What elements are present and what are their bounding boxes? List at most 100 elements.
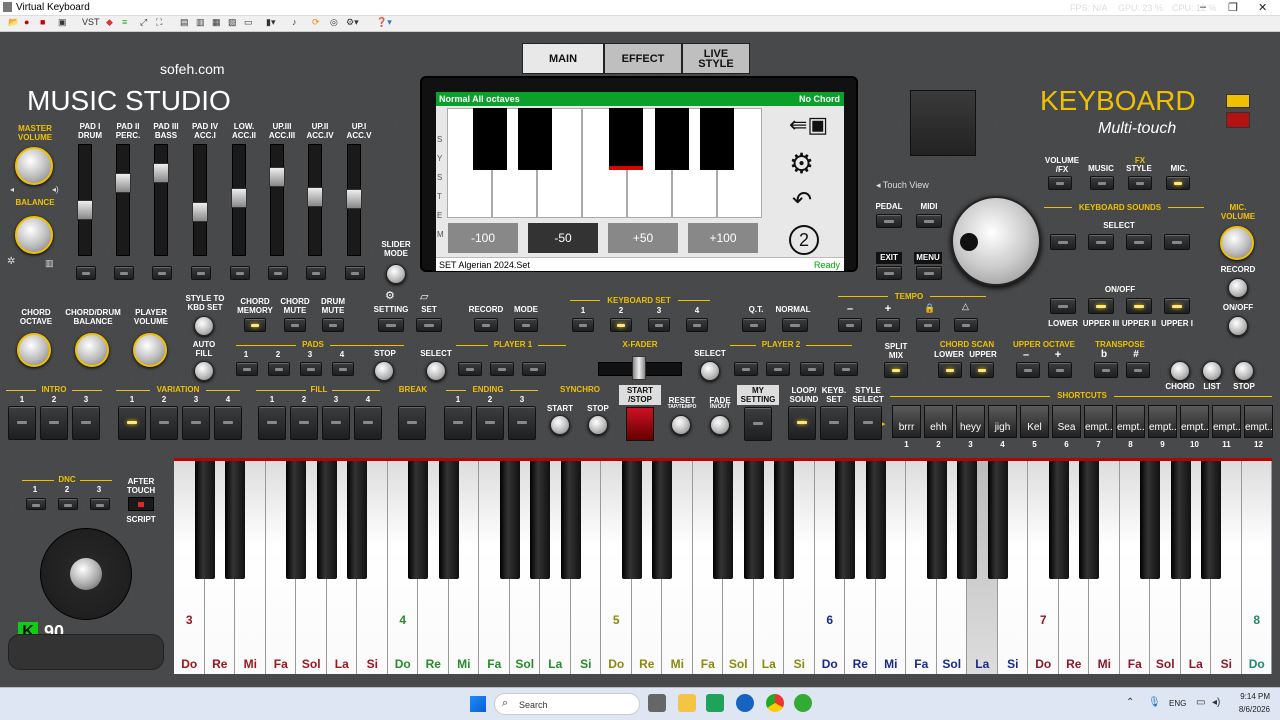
black-key[interactable]: [1079, 461, 1099, 579]
pedal-button[interactable]: [876, 214, 902, 228]
player2-button-1[interactable]: [734, 362, 758, 376]
dnc-3-button[interactable]: [90, 498, 110, 510]
taskbar-search[interactable]: Search: [494, 693, 640, 715]
pad-mute-button[interactable]: [191, 266, 211, 280]
keyboard-app-icon[interactable]: [794, 694, 812, 712]
black-key[interactable]: [438, 461, 459, 579]
black-key[interactable]: [926, 461, 947, 579]
save-disk-icon[interactable]: ⇚▣: [789, 112, 828, 138]
keyboard-set-4-button[interactable]: [686, 318, 708, 332]
pad-fader-cap[interactable]: [192, 202, 208, 222]
player2-button-2[interactable]: [766, 362, 790, 376]
black-key[interactable]: [1201, 461, 1221, 579]
keys-icon[interactable]: ▥: [45, 258, 54, 269]
gear-icon[interactable]: ⚙▾: [346, 17, 359, 28]
chord-drum-balance-knob[interactable]: [75, 333, 109, 367]
fullscreen-icon[interactable]: ⛶: [156, 17, 162, 28]
intro-2-button[interactable]: [40, 406, 68, 440]
refresh-icon[interactable]: ⟳: [312, 17, 320, 28]
select-p1-knob[interactable]: [426, 361, 446, 381]
tempo-button-2[interactable]: [876, 318, 900, 332]
palette-icon[interactable]: ◆: [106, 17, 113, 28]
fill-3-button[interactable]: [322, 406, 350, 440]
tab-live-style[interactable]: LIVE STYLE: [682, 43, 750, 74]
pad-fader-cap[interactable]: [231, 188, 247, 208]
black-key[interactable]: [408, 461, 428, 579]
pad-mute-button[interactable]: [230, 266, 250, 280]
pad-fader[interactable]: [153, 144, 169, 256]
red-button[interactable]: [1226, 112, 1250, 128]
pad-2-button[interactable]: [268, 362, 290, 376]
black-key[interactable]: [316, 461, 337, 579]
touch-view-link[interactable]: ◂ Touch View: [876, 180, 929, 191]
record-button[interactable]: [474, 318, 498, 332]
app-green-icon[interactable]: [706, 694, 724, 712]
menu-button[interactable]: [916, 266, 942, 280]
dnc-1-button[interactable]: [26, 498, 46, 510]
variation-3-button[interactable]: [182, 406, 210, 440]
black-key[interactable]: [286, 461, 306, 579]
save-icon[interactable]: ▣: [58, 17, 67, 28]
player1-button-3[interactable]: [522, 362, 546, 376]
sound-onoff-button-3[interactable]: [1126, 298, 1152, 314]
pad-fader-cap[interactable]: [77, 200, 93, 220]
pad-fader[interactable]: [346, 144, 362, 256]
sound-onoff-button-1[interactable]: [1050, 298, 1076, 314]
globe-icon[interactable]: ◎: [330, 17, 338, 28]
shortcut-button[interactable]: ehh: [924, 405, 953, 438]
dnc-2-button[interactable]: [58, 498, 78, 510]
pad-fader-cap[interactable]: [115, 173, 131, 193]
help-icon[interactable]: ❓▾: [376, 17, 392, 28]
chord-mute-button[interactable]: [284, 318, 306, 332]
player-volume-knob[interactable]: [133, 333, 167, 367]
keyb-set-button[interactable]: [820, 406, 848, 440]
tray-chevron-icon[interactable]: ⌃: [1126, 697, 1134, 708]
style-select-button[interactable]: [854, 406, 882, 440]
pad-fader[interactable]: [307, 144, 323, 256]
pad-1-button[interactable]: [236, 362, 258, 376]
pad-fader[interactable]: [192, 144, 208, 256]
sync-start-knob[interactable]: [550, 415, 570, 435]
black-key[interactable]: [652, 461, 672, 579]
select-p2-knob[interactable]: [700, 361, 720, 381]
shortcut-button[interactable]: empt..: [1180, 405, 1209, 438]
edge-icon[interactable]: [736, 694, 754, 712]
task-view-icon[interactable]: [648, 694, 666, 712]
tab-main[interactable]: MAIN: [522, 43, 604, 74]
upper-octave-minus-button[interactable]: [1016, 362, 1040, 378]
rec-icon[interactable]: ●: [24, 17, 29, 27]
style-to-kbd-knob[interactable]: [194, 316, 214, 336]
pad-fader-cap[interactable]: [269, 167, 285, 187]
setting-button[interactable]: [378, 318, 404, 332]
shortcut-button[interactable]: Kel: [1020, 405, 1049, 438]
black-key[interactable]: [347, 461, 367, 579]
pad-fader[interactable]: [115, 144, 131, 256]
reset-knob[interactable]: [671, 415, 691, 435]
tempo-button-4[interactable]: [954, 318, 978, 332]
transpose-sharp-button[interactable]: [1126, 362, 1150, 378]
chord-memory-button[interactable]: [244, 318, 266, 332]
layout1-icon[interactable]: ▤: [180, 17, 189, 28]
shortcut-button[interactable]: empt..: [1148, 405, 1177, 438]
variation-2-button[interactable]: [150, 406, 178, 440]
style-button[interactable]: [1128, 176, 1152, 190]
split-mix-button[interactable]: [884, 362, 908, 378]
mic-tray-icon[interactable]: 🎙: [1148, 697, 1161, 708]
black-key[interactable]: [499, 461, 520, 579]
list-knob[interactable]: [1202, 361, 1222, 381]
pad-fader[interactable]: [77, 144, 93, 256]
value-minus100-button[interactable]: -100: [448, 223, 518, 253]
pad-mute-button[interactable]: [268, 266, 288, 280]
shortcut-button[interactable]: empt..: [1212, 405, 1241, 438]
shortcut-button[interactable]: Sea: [1052, 405, 1081, 438]
exit-button[interactable]: [876, 266, 902, 280]
black-key[interactable]: [1048, 461, 1069, 579]
mic-volume-knob[interactable]: [1220, 226, 1254, 260]
ending-1-button[interactable]: [444, 406, 472, 440]
sound-onoff-button-4[interactable]: [1164, 298, 1190, 314]
pad-mute-button[interactable]: [114, 266, 134, 280]
joystick-knob[interactable]: [70, 558, 102, 590]
ending-2-button[interactable]: [476, 406, 504, 440]
tempo-button-1[interactable]: [838, 318, 862, 332]
chord-scan-lower-button[interactable]: [938, 362, 962, 378]
